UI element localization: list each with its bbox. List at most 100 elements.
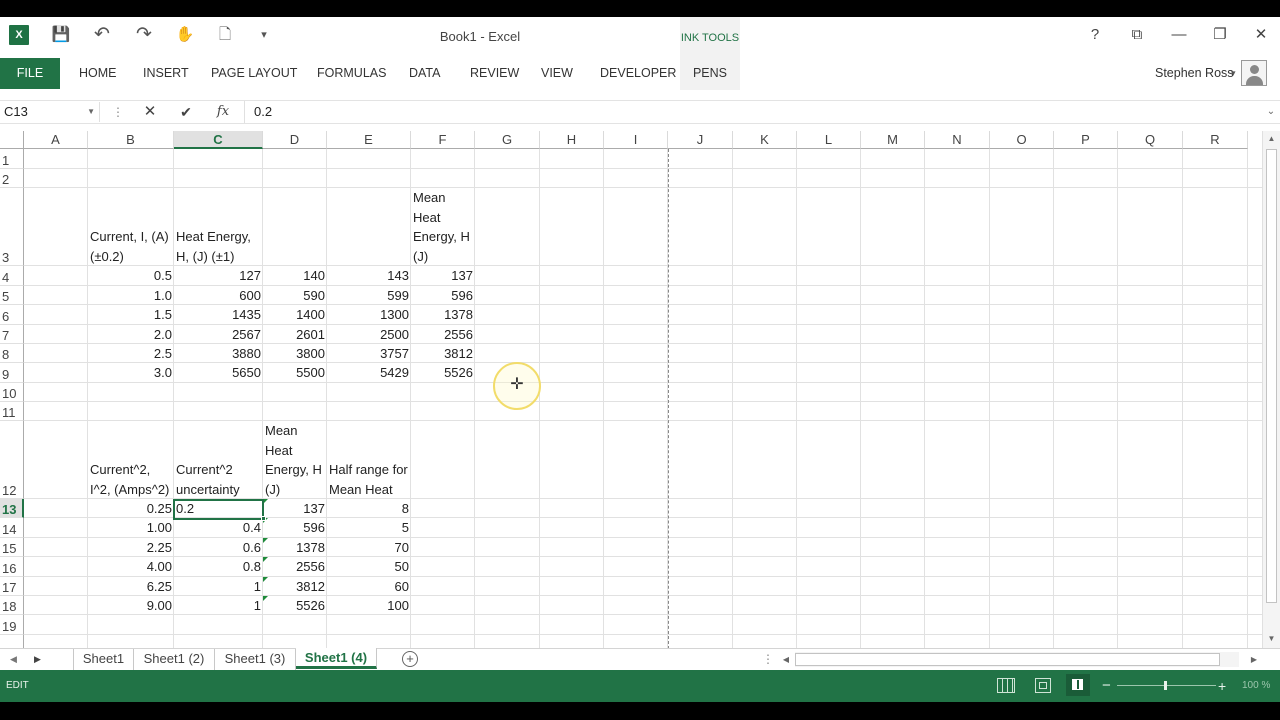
normal-view-icon[interactable] bbox=[997, 678, 1015, 693]
hscroll-left-icon[interactable]: ◀ bbox=[778, 652, 794, 668]
cell-b17[interactable]: 6.25 bbox=[88, 577, 174, 596]
redo-icon[interactable]: ↷ bbox=[133, 25, 155, 45]
column-header-c[interactable]: C bbox=[174, 131, 263, 149]
header-mean-heat-energy[interactable]: Mean Heat Energy, H (J) bbox=[411, 188, 475, 266]
insert-function-icon[interactable]: fx bbox=[212, 101, 234, 123]
column-header-i[interactable]: I bbox=[604, 131, 668, 149]
column-header-k[interactable]: K bbox=[733, 131, 797, 149]
cell-e18[interactable]: 100 bbox=[327, 596, 411, 615]
sheet-tab-1[interactable]: Sheet1 bbox=[73, 649, 134, 670]
tab-pens[interactable]: PENS bbox=[680, 57, 740, 90]
tab-data[interactable]: DATA bbox=[409, 57, 440, 90]
cell-d4[interactable]: 140 bbox=[263, 266, 327, 286]
column-header-q[interactable]: Q bbox=[1118, 131, 1183, 149]
row-header-16[interactable]: 16 bbox=[0, 557, 24, 577]
expand-formula-bar-icon[interactable]: ⌄ bbox=[1264, 101, 1278, 123]
cell-c15[interactable]: 0.6 bbox=[174, 538, 263, 557]
cell-e7[interactable]: 2500 bbox=[327, 325, 411, 344]
column-header-f[interactable]: F bbox=[411, 131, 475, 149]
row-header-5[interactable]: 5 bbox=[0, 286, 24, 305]
tab-developer[interactable]: DEVELOPER bbox=[600, 57, 676, 90]
cell-b4[interactable]: 0.5 bbox=[88, 266, 174, 286]
cell-b14[interactable]: 1.00 bbox=[88, 518, 174, 538]
row-header-6[interactable]: 6 bbox=[0, 305, 24, 325]
header-half-range[interactable]: Half range for Mean Heat bbox=[327, 421, 411, 499]
cell-b8[interactable]: 2.5 bbox=[88, 344, 174, 363]
zoom-out-icon[interactable]: − bbox=[1102, 670, 1111, 702]
cell-c16[interactable]: 0.8 bbox=[174, 557, 263, 577]
cell-b15[interactable]: 2.25 bbox=[88, 538, 174, 557]
cell-f7[interactable]: 2556 bbox=[411, 325, 475, 344]
select-all-corner[interactable] bbox=[0, 131, 24, 149]
cell-b18[interactable]: 9.00 bbox=[88, 596, 174, 615]
cell-c17[interactable]: 1 bbox=[174, 577, 263, 596]
sheet-scroll-right-icon[interactable]: ▶ bbox=[34, 649, 48, 670]
cell-c5[interactable]: 600 bbox=[174, 286, 263, 305]
cell-e14[interactable]: 5 bbox=[327, 518, 411, 538]
enter-entry-icon[interactable]: ✔ bbox=[176, 101, 196, 123]
tab-split-handle-icon[interactable]: ⋮ bbox=[762, 649, 774, 670]
page-break-view-icon[interactable] bbox=[1066, 674, 1090, 696]
formula-input[interactable]: 0.2 bbox=[244, 101, 1264, 123]
zoom-in-icon[interactable]: + bbox=[1218, 670, 1226, 702]
cell-b16[interactable]: 4.00 bbox=[88, 557, 174, 577]
maximize-icon[interactable]: ❐ bbox=[1205, 25, 1235, 45]
column-header-l[interactable]: L bbox=[797, 131, 861, 149]
row-header-10[interactable]: 10 bbox=[0, 383, 24, 402]
cell-c8[interactable]: 3880 bbox=[174, 344, 263, 363]
save-icon[interactable]: 💾 bbox=[50, 25, 72, 45]
cell-b7[interactable]: 2.0 bbox=[88, 325, 174, 344]
scroll-down-icon[interactable]: ▼ bbox=[1263, 631, 1280, 647]
row-header-15[interactable]: 15 bbox=[0, 538, 24, 557]
user-name[interactable]: Stephen Ross bbox=[1155, 57, 1234, 90]
close-icon[interactable]: ✕ bbox=[1246, 25, 1276, 45]
cancel-entry-icon[interactable]: ✕ bbox=[140, 101, 160, 123]
cell-c13[interactable]: 0.2 bbox=[174, 499, 263, 518]
sheet-tab-active[interactable]: Sheet1 (4) bbox=[296, 648, 377, 669]
cell-d15[interactable]: 1378 bbox=[263, 538, 327, 557]
header-current[interactable]: Current, I, (A) (±0.2) bbox=[88, 188, 174, 266]
cell-e15[interactable]: 70 bbox=[327, 538, 411, 557]
worksheet-grid[interactable]: ABCDEFGHIJKLMNOPQR 1 2 3 4 5 6 7 8 9 10 11 12 13 14 15… bbox=[0, 131, 1262, 648]
cell-e4[interactable]: 143 bbox=[327, 266, 411, 286]
cell-f8[interactable]: 3812 bbox=[411, 344, 475, 363]
zoom-level[interactable]: 100 % bbox=[1242, 670, 1270, 702]
tab-insert[interactable]: INSERT bbox=[143, 57, 189, 90]
row-header-8[interactable]: 8 bbox=[0, 344, 24, 363]
page-layout-view-icon[interactable] bbox=[1035, 678, 1051, 693]
minimize-icon[interactable]: — bbox=[1164, 25, 1194, 45]
header-heat-energy[interactable]: Heat Energy, H, (J) (±1) bbox=[174, 188, 263, 266]
ribbon-display-options-icon[interactable]: ⧉ bbox=[1122, 25, 1152, 45]
cell-e13[interactable]: 8 bbox=[327, 499, 411, 518]
cell-b5[interactable]: 1.0 bbox=[88, 286, 174, 305]
cell-d17[interactable]: 3812 bbox=[263, 577, 327, 596]
cell-f4[interactable]: 137 bbox=[411, 266, 475, 286]
row-header-20[interactable]: 20 bbox=[0, 635, 24, 648]
user-dropdown-icon[interactable]: ▾ bbox=[1231, 57, 1236, 90]
touch-mode-icon[interactable]: ✋ bbox=[174, 25, 196, 45]
row-header-1[interactable]: 1 bbox=[0, 149, 24, 169]
undo-icon[interactable]: ↶ bbox=[91, 25, 113, 45]
cell-d16[interactable]: 2556 bbox=[263, 557, 327, 577]
column-header-j[interactable]: J bbox=[668, 131, 733, 149]
tab-page-layout[interactable]: PAGE LAYOUT bbox=[211, 57, 297, 90]
row-header-14[interactable]: 14 bbox=[0, 518, 24, 538]
row-header-18[interactable]: 18 bbox=[0, 596, 24, 615]
row-header-2[interactable]: 2 bbox=[0, 169, 24, 188]
cell-d7[interactable]: 2601 bbox=[263, 325, 327, 344]
row-header-17[interactable]: 17 bbox=[0, 577, 24, 596]
cell-d18[interactable]: 5526 bbox=[263, 596, 327, 615]
cell-b6[interactable]: 1.5 bbox=[88, 305, 174, 325]
header-mean-heat-energy-2[interactable]: Mean Heat Energy, H (J) bbox=[263, 421, 327, 499]
cell-f5[interactable]: 596 bbox=[411, 286, 475, 305]
row-header-13[interactable]: 13 bbox=[0, 499, 24, 518]
row-header-3[interactable]: 3 bbox=[0, 188, 24, 266]
sheet-tab-2[interactable]: Sheet1 (2) bbox=[134, 649, 215, 670]
sheet-scroll-left-icon[interactable]: ◀ bbox=[10, 649, 24, 670]
hscroll-thumb[interactable] bbox=[795, 653, 1220, 666]
horizontal-scrollbar[interactable] bbox=[795, 652, 1239, 667]
avatar[interactable] bbox=[1241, 60, 1267, 86]
cell-c14[interactable]: 0.4 bbox=[174, 518, 263, 538]
cell-c9[interactable]: 5650 bbox=[174, 363, 263, 383]
cell-b9[interactable]: 3.0 bbox=[88, 363, 174, 383]
